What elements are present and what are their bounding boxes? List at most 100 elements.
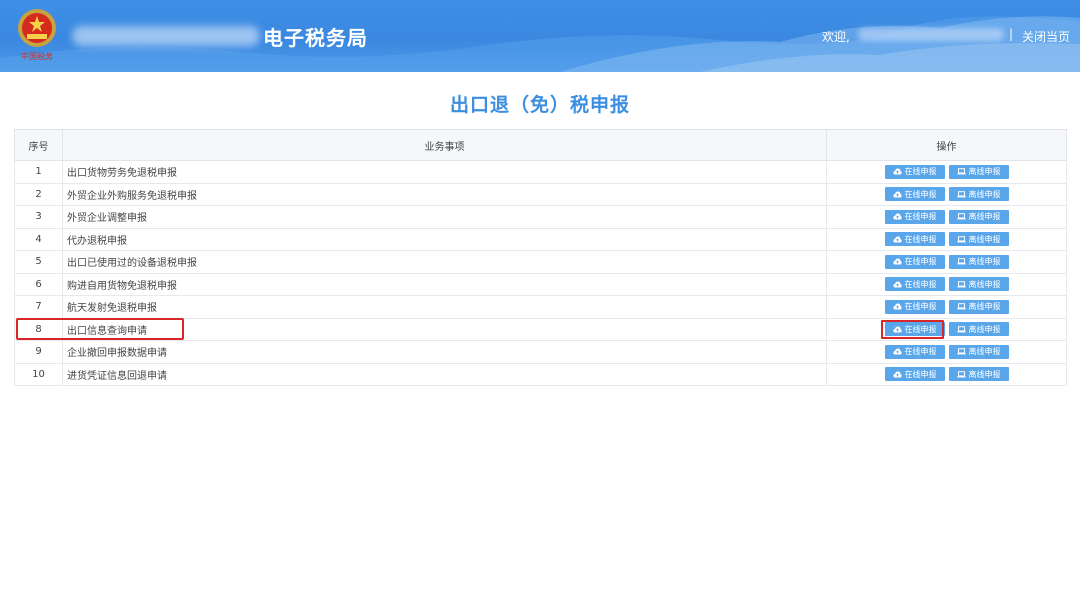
laptop-icon — [956, 303, 966, 310]
row-operations: 在线申报 离线申报 — [826, 318, 1067, 341]
header-item: 业务事项 — [62, 129, 827, 161]
row-index: 6 — [14, 273, 63, 296]
row-index: 4 — [14, 228, 63, 251]
cloud-upload-icon — [892, 236, 902, 243]
offline-declare-label: 离线申报 — [968, 212, 1001, 222]
header-operation: 操作 — [826, 129, 1067, 161]
close-page-link[interactable]: 关闭当页 — [1022, 28, 1070, 45]
table-row: 10 进货凭证信息回退申请 在线申报 离线申报 — [14, 363, 1067, 386]
laptop-icon — [956, 348, 966, 355]
table-row: 7 航天发射免退税申报 在线申报 离线申报 — [14, 295, 1067, 319]
row-item-name: 外贸企业调整申报 — [62, 205, 827, 229]
offline-declare-button[interactable]: 离线申报 — [948, 232, 1009, 247]
user-name-redacted — [858, 28, 1004, 41]
offline-declare-label: 离线申报 — [968, 279, 1001, 289]
welcome-text: 欢迎, — [822, 30, 850, 44]
laptop-icon — [956, 280, 966, 288]
laptop-icon — [956, 168, 966, 175]
row-item-name: 外贸企业外购服务免退税申报 — [62, 183, 827, 206]
offline-declare-label: 离线申报 — [968, 324, 1001, 334]
online-declare-label: 在线申报 — [904, 279, 937, 289]
online-declare-button[interactable]: 在线申报 — [884, 187, 945, 202]
online-declare-label: 在线申报 — [904, 234, 937, 244]
row-item-name: 购进自用货物免退税申报 — [62, 273, 827, 296]
offline-declare-button[interactable]: 离线申报 — [948, 322, 1009, 337]
declaration-table: 序号 业务事项 操作 1 出口货物劳务免退税申报 在线申报 离线申报 2 外贸企业外购服务… — [14, 129, 1067, 386]
row-index: 3 — [14, 205, 63, 229]
cloud-upload-icon — [892, 213, 902, 220]
cloud-upload-icon — [892, 258, 902, 265]
offline-declare-label: 离线申报 — [968, 167, 1001, 177]
row-operations: 在线申报 离线申报 — [826, 273, 1067, 296]
row-operations: 在线申报 离线申报 — [826, 363, 1067, 386]
online-declare-label: 在线申报 — [904, 189, 937, 199]
offline-declare-label: 离线申报 — [968, 369, 1001, 379]
highlight-box-row-8 — [16, 318, 184, 340]
online-declare-button[interactable]: 在线申报 — [884, 232, 945, 247]
row-item-name: 出口已使用过的设备退税申报 — [62, 250, 827, 274]
page-title: 出口退（免）税申报 — [449, 94, 630, 116]
offline-declare-button[interactable]: 离线申报 — [948, 187, 1009, 202]
row-item-name: 出口货物劳务免退税申报 — [62, 160, 827, 184]
offline-declare-button[interactable]: 离线申报 — [948, 277, 1009, 292]
offline-declare-button[interactable]: 离线申报 — [948, 164, 1009, 179]
declaration-table-container: 序号 业务事项 操作 1 出口货物劳务免退税申报 在线申报 离线申报 2 外贸企业外购服务… — [14, 129, 1067, 386]
header-separator: | — [1009, 27, 1014, 41]
table-header-row: 序号 业务事项 操作 — [14, 129, 1067, 161]
online-declare-button[interactable]: 在线申报 — [884, 299, 945, 314]
row-operations: 在线申报 离线申报 — [826, 160, 1067, 184]
cloud-upload-icon — [892, 348, 902, 355]
online-declare-button[interactable]: 在线申报 — [884, 209, 945, 224]
row-operations: 在线申报 离线申报 — [826, 295, 1067, 319]
offline-declare-button[interactable]: 离线申报 — [948, 209, 1009, 224]
header-index: 序号 — [14, 129, 63, 161]
offline-declare-button[interactable]: 离线申报 — [948, 299, 1009, 314]
laptop-icon — [956, 370, 966, 378]
table-row: 5 出口已使用过的设备退税申报 在线申报 离线申报 — [14, 250, 1067, 274]
online-declare-button[interactable]: 在线申报 — [884, 367, 945, 382]
laptop-icon — [956, 235, 966, 243]
laptop-icon — [956, 325, 966, 333]
row-operations: 在线申报 离线申报 — [826, 183, 1067, 206]
row-index: 5 — [14, 250, 63, 274]
table-row: 2 外贸企业外购服务免退税申报 在线申报 离线申报 — [14, 183, 1067, 206]
online-declare-button[interactable]: 在线申报 — [884, 254, 945, 269]
online-declare-label: 在线申报 — [904, 347, 937, 357]
cloud-upload-icon — [892, 281, 902, 288]
row-index: 10 — [14, 363, 63, 386]
cloud-upload-icon — [892, 191, 902, 198]
table-row: 4 代办退税申报 在线申报 离线申报 — [14, 228, 1067, 251]
online-declare-label: 在线申报 — [904, 167, 937, 177]
row-item-name: 航天发射免退税申报 — [62, 295, 827, 319]
row-index: 9 — [14, 340, 63, 364]
table-row: 3 外贸企业调整申报 在线申报 离线申报 — [14, 205, 1067, 229]
row-operations: 在线申报 离线申报 — [826, 340, 1067, 364]
row-item-name: 代办退税申报 — [62, 228, 827, 251]
row-operations: 在线申报 离线申报 — [826, 228, 1067, 251]
online-declare-button[interactable]: 在线申报 — [884, 164, 945, 179]
highlight-box-online-button-8 — [881, 320, 944, 339]
laptop-icon — [956, 258, 966, 265]
table-row: 1 出口货物劳务免退税申报 在线申报 离线申报 — [14, 160, 1067, 184]
table-row: 6 购进自用货物免退税申报 在线申报 离线申报 — [14, 273, 1067, 296]
online-declare-label: 在线申报 — [904, 302, 937, 312]
online-declare-button[interactable]: 在线申报 — [884, 344, 945, 359]
online-declare-label: 在线申报 — [904, 257, 937, 267]
row-index: 1 — [14, 160, 63, 184]
online-declare-button[interactable]: 在线申报 — [884, 277, 945, 292]
offline-declare-button[interactable]: 离线申报 — [948, 367, 1009, 382]
offline-declare-button[interactable]: 离线申报 — [948, 254, 1009, 269]
tax-emblem-logo: 中国税务 — [18, 9, 56, 61]
offline-declare-button[interactable]: 离线申报 — [948, 344, 1009, 359]
site-name-redacted — [72, 26, 260, 46]
row-operations: 在线申报 离线申报 — [826, 205, 1067, 229]
table-row: 9 企业撤回申报数据申请 在线申报 离线申报 — [14, 340, 1067, 364]
svg-text:中国税务: 中国税务 — [21, 51, 53, 61]
online-declare-label: 在线申报 — [904, 369, 937, 379]
cloud-upload-icon — [892, 168, 902, 175]
online-declare-label: 在线申报 — [904, 212, 937, 222]
row-index: 7 — [14, 295, 63, 319]
row-operations: 在线申报 离线申报 — [826, 250, 1067, 274]
laptop-icon — [956, 213, 966, 220]
row-index: 2 — [14, 183, 63, 206]
